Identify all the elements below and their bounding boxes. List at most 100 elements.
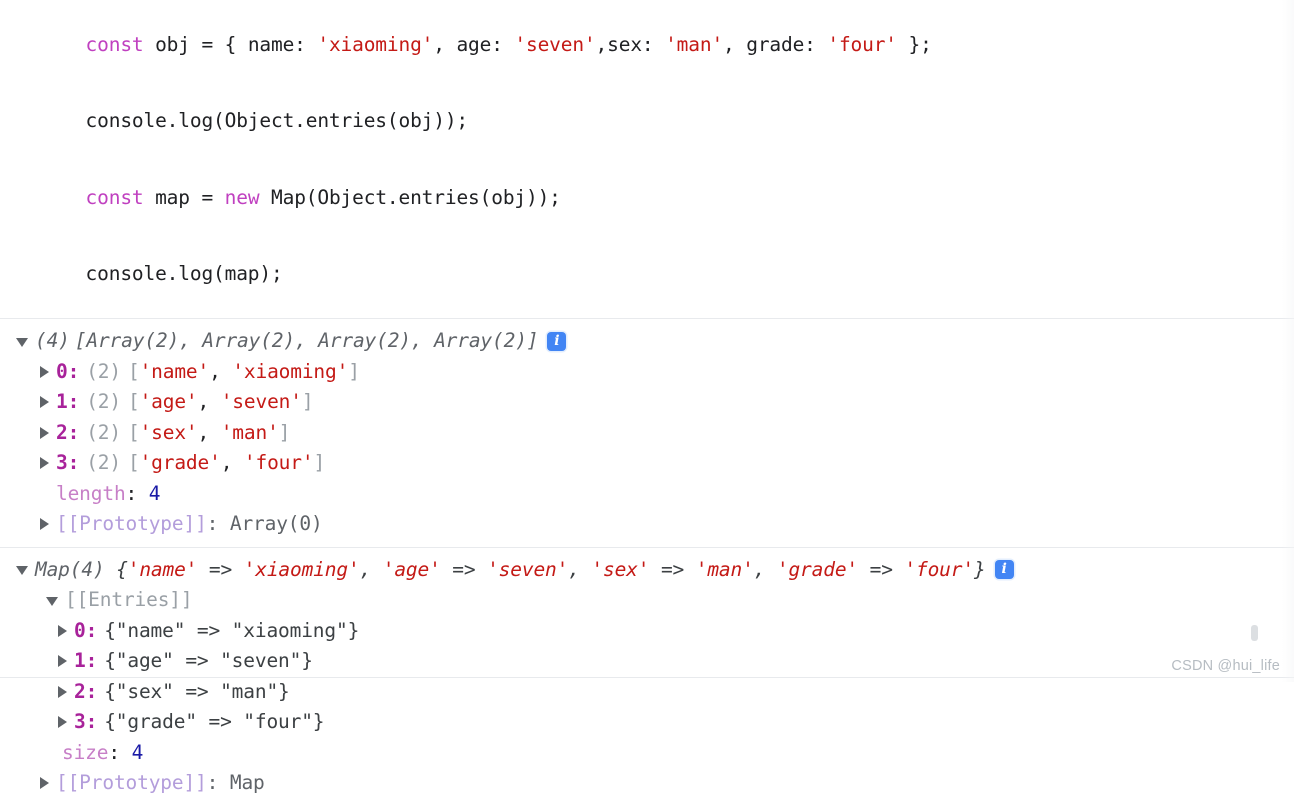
map-preview-arrow: => (649, 557, 696, 581)
array-item-value: 'man' (220, 420, 279, 444)
scrollbar-thumb[interactable] (1251, 625, 1258, 641)
code-token-string: 'xiaoming' (317, 32, 434, 56)
array-item-count: (2) (86, 390, 121, 413)
chevron-down-icon[interactable] (16, 337, 28, 347)
array-item-count: (2) (86, 451, 121, 474)
bracket-open: [ (127, 390, 140, 413)
map-prototype-row[interactable]: [[Prototype]]: Map (0, 768, 1294, 799)
comma-separator: , (197, 390, 221, 413)
colon-separator: : (108, 740, 132, 764)
colon-separator: : (125, 481, 149, 505)
code-line-4: console.log(map); (16, 236, 1294, 313)
map-preview-key: 'name' (127, 557, 198, 581)
code-token-string: 'four' (827, 32, 897, 56)
array-item-value: 'seven' (220, 390, 302, 413)
code-token-text: Map(Object.entries(obj)); (271, 185, 561, 209)
map-entry-row[interactable]: 2: {"sex" => "man"} (0, 677, 1294, 708)
chevron-right-icon[interactable] (40, 426, 49, 439)
array-item-key: 'age' (139, 390, 198, 413)
chevron-down-icon[interactable] (16, 566, 28, 576)
array-item-index: 3: (56, 451, 80, 474)
map-header-row[interactable]: Map(4) {'name' => 'xiaoming', 'age' => '… (0, 555, 1294, 586)
comma-separator: , (197, 420, 221, 444)
bracket-close: ] (313, 451, 326, 474)
chevron-right-icon[interactable] (40, 457, 49, 470)
bracket-open: [ (127, 359, 140, 383)
array-item-value: 'xiaoming' (232, 359, 349, 383)
array-item-index: 1: (56, 390, 80, 413)
map-preview-arrow: => (858, 557, 905, 581)
code-line-2: console.log(Object.entries(obj)); (16, 83, 1294, 160)
array-prototype-value: Array(0) (229, 512, 323, 535)
info-icon[interactable]: i (547, 331, 567, 351)
map-preview-key: 'grade' (776, 557, 859, 581)
map-entries-row[interactable]: [[Entries]] (0, 585, 1294, 616)
map-preview-arrow: => (440, 557, 488, 581)
chevron-right-icon[interactable] (40, 777, 49, 790)
array-item-key: 'sex' (139, 420, 198, 444)
array-count-label: (4) (35, 329, 70, 352)
map-type-label: Map(4) (35, 557, 117, 581)
array-prototype-row[interactable]: [[Prototype]]: Array(0) (0, 509, 1294, 540)
map-entry-row[interactable]: 1: {"age" => "seven"} (0, 646, 1294, 677)
code-token-text: }; (896, 32, 932, 56)
code-token-text: obj = { name: (155, 32, 318, 56)
chevron-right-icon[interactable] (58, 716, 67, 729)
array-length-value: 4 (148, 481, 161, 505)
chevron-right-icon[interactable] (58, 624, 67, 637)
map-preview-value: 'man' (695, 557, 754, 581)
comma-separator: , (359, 557, 383, 581)
chevron-right-icon[interactable] (58, 655, 67, 668)
map-entry-index: 2: (74, 679, 98, 703)
divider-3 (0, 677, 1294, 678)
watermark-text: CSDN @hui_life (1171, 658, 1280, 674)
chevron-right-icon[interactable] (40, 518, 49, 531)
map-entry-value: {"name" => "xiaoming"} (104, 618, 360, 642)
array-preview-text: [Array(2), Array(2), Array(2), Array(2)] (74, 329, 539, 352)
map-size-row: size: 4 (0, 738, 1294, 769)
chevron-right-icon[interactable] (40, 396, 49, 409)
map-preview-key: 'age' (382, 557, 441, 581)
brace-open: { (116, 557, 128, 581)
code-token-keyword: const (85, 185, 156, 209)
comma-separator: , (753, 557, 777, 581)
right-edge-shadow (1282, 0, 1294, 682)
map-entry-index: 1: (74, 649, 98, 672)
map-entry-row[interactable]: 0: {"name" => "xiaoming"} (0, 616, 1294, 647)
code-token-keyword: new (224, 185, 272, 209)
bracket-open: [ (127, 451, 140, 474)
array-item-row[interactable]: 0: (2) ['name', 'xiaoming'] (0, 357, 1294, 388)
comma-separator: , (209, 359, 233, 383)
array-item-row[interactable]: 1: (2) ['age', 'seven'] (0, 387, 1294, 418)
map-entry-index: 0: (74, 618, 98, 642)
code-token-text: console.log(Object.entries(obj)); (85, 109, 469, 132)
map-prototype-value: Map (229, 771, 265, 794)
devtools-console: const obj = { name: 'xiaoming', age: 'se… (0, 0, 1294, 806)
array-item-row[interactable]: 2: (2) ['sex', 'man'] (0, 418, 1294, 449)
map-prototype-label: [[Prototype]] (56, 771, 207, 794)
comma-separator: , (568, 557, 592, 581)
chevron-right-icon[interactable] (58, 685, 67, 698)
map-preview-value: 'seven' (487, 557, 569, 581)
map-preview-arrow: => (197, 557, 244, 581)
bracket-close: ] (301, 390, 314, 413)
code-snippet-block: const obj = { name: 'xiaoming', age: 'se… (0, 0, 1294, 318)
array-item-row[interactable]: 3: (2) ['grade', 'four'] (0, 448, 1294, 479)
console-output-array: (4) [Array(2), Array(2), Array(2), Array(… (0, 319, 1294, 547)
code-token-string: 'seven' (514, 32, 596, 56)
code-token-string: 'man' (665, 32, 724, 56)
map-entry-row[interactable]: 3: {"grade" => "four"} (0, 707, 1294, 738)
map-entries-label: [[Entries]] (65, 588, 193, 611)
array-header-row[interactable]: (4) [Array(2), Array(2), Array(2), Array(… (0, 326, 1294, 357)
info-icon[interactable]: i (994, 560, 1014, 580)
map-preview-key: 'sex' (591, 557, 650, 581)
code-line-3: const map = new Map(Object.entries(obj))… (16, 159, 1294, 236)
array-item-key: 'grade' (139, 451, 221, 474)
array-item-count: (2) (86, 420, 121, 444)
array-item-index: 2: (56, 420, 80, 444)
code-token-text: , age: (433, 32, 515, 56)
map-preview-value: 'four' (904, 557, 974, 581)
chevron-right-icon[interactable] (40, 365, 49, 378)
array-item-count: (2) (86, 359, 121, 383)
chevron-down-icon[interactable] (46, 596, 58, 606)
